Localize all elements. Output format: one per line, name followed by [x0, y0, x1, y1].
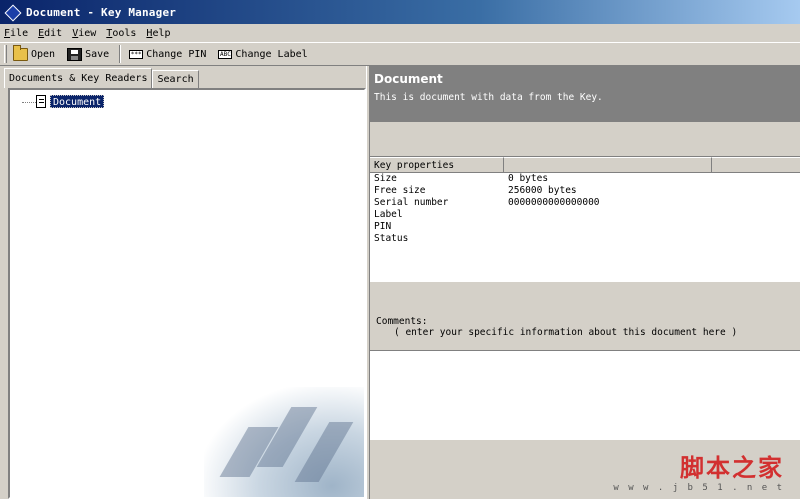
- change-pin-label: Change PIN: [146, 48, 207, 60]
- menu-view[interactable]: View: [72, 28, 96, 39]
- table-row[interactable]: Free size 256000 bytes: [370, 185, 800, 197]
- menu-edit[interactable]: Edit: [38, 28, 62, 39]
- change-label-label: Change Label: [235, 48, 308, 60]
- document-icon: [36, 95, 46, 108]
- property-key: Label: [374, 209, 403, 220]
- toolbar: Open Save *** Change PIN ABC Change Labe…: [0, 42, 800, 66]
- comments-label: Comments:: [376, 316, 428, 327]
- property-key: Size: [374, 173, 397, 184]
- property-value: 0000000000000000: [508, 197, 600, 208]
- menu-tools[interactable]: Tools: [106, 28, 136, 39]
- change-label-button[interactable]: ABC Change Label: [216, 44, 309, 64]
- watermark-cn: 脚本之家: [680, 453, 784, 482]
- pin-field-icon: ***: [129, 49, 144, 59]
- toolbar-separator: [119, 45, 122, 63]
- property-key: Free size: [374, 185, 426, 196]
- left-tabs: Documents & Key Readers Search: [4, 68, 199, 88]
- document-title: Document: [374, 72, 443, 86]
- open-button[interactable]: Open: [11, 44, 57, 64]
- property-key: Serial number: [374, 197, 449, 208]
- table-row[interactable]: Serial number 0000000000000000: [370, 197, 800, 209]
- menu-file[interactable]: File: [4, 28, 28, 39]
- change-pin-button[interactable]: *** Change PIN: [127, 44, 208, 64]
- save-button-label: Save: [85, 48, 110, 60]
- column-header-extra[interactable]: [712, 157, 800, 172]
- property-value: 0 bytes: [508, 173, 549, 184]
- document-tree[interactable]: Document: [8, 88, 366, 499]
- key-properties-list[interactable]: Key properties Size 0 bytes Free size 25…: [370, 156, 800, 282]
- background-artwork: [204, 387, 364, 497]
- table-row[interactable]: Status: [370, 233, 800, 245]
- document-description: This is document with data from the Key.: [374, 92, 603, 103]
- document-header: Document This is document with data from…: [370, 66, 800, 122]
- key-manager-app-icon: [6, 5, 20, 19]
- column-header-key-properties[interactable]: Key properties: [370, 157, 504, 172]
- save-button[interactable]: Save: [65, 44, 111, 64]
- label-field-icon: ABC: [218, 49, 233, 59]
- property-value: 256000 bytes: [508, 185, 577, 196]
- comments-section: Comments: ( enter your specific informat…: [370, 282, 800, 350]
- menu-bar: File Edit View Tools Help: [0, 24, 800, 42]
- site-watermark: 脚本之家 w w w . j b 5 1 . n e t: [613, 448, 784, 493]
- toolbar-grip[interactable]: [4, 45, 7, 63]
- comments-hint: ( enter your specific information about …: [394, 327, 738, 338]
- comments-textarea[interactable]: [370, 350, 800, 440]
- title-bar: Document - Key Manager: [0, 0, 800, 24]
- floppy-disk-icon: [67, 47, 83, 61]
- column-header-value[interactable]: [504, 157, 712, 172]
- watermark-url: w w w . j b 5 1 . n e t: [613, 483, 784, 493]
- table-row[interactable]: Size 0 bytes: [370, 173, 800, 185]
- property-key: PIN: [374, 221, 392, 232]
- right-pane: Document This is document with data from…: [370, 66, 800, 499]
- property-value: [504, 221, 712, 233]
- property-value: [504, 233, 712, 245]
- tab-documents-key-readers[interactable]: Documents & Key Readers: [4, 68, 153, 88]
- tree-node-document[interactable]: Document: [50, 95, 105, 108]
- window-title: Document - Key Manager: [26, 5, 177, 19]
- table-row[interactable]: PIN: [370, 221, 800, 233]
- folder-open-icon: [13, 44, 28, 61]
- property-value: [504, 209, 712, 221]
- left-pane: Documents & Key Readers Search Document: [4, 68, 366, 499]
- property-key: Status: [374, 233, 409, 244]
- tab-search[interactable]: Search: [152, 70, 199, 88]
- table-row[interactable]: Label: [370, 209, 800, 221]
- tree-connector: [22, 102, 36, 103]
- menu-help[interactable]: Help: [146, 28, 170, 39]
- open-button-label: Open: [31, 48, 56, 60]
- properties-header: Key properties: [370, 157, 800, 173]
- footer-area: 脚本之家 w w w . j b 5 1 . n e t: [370, 440, 800, 499]
